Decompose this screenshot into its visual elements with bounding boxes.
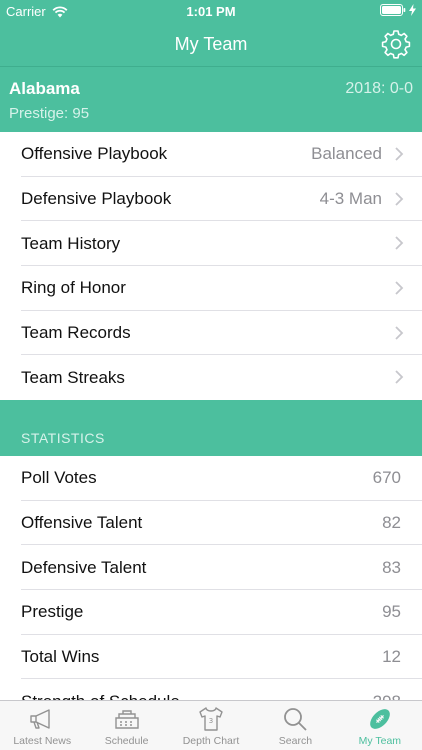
stat-row-offensive-talent: Offensive Talent 82 xyxy=(0,501,422,546)
stat-label: Total Wins xyxy=(21,647,100,667)
team-header: Alabama 2018: 0-0 Prestige: 95 xyxy=(0,66,422,132)
tab-label: Search xyxy=(278,735,313,747)
stat-label: Defensive Talent xyxy=(21,557,147,577)
charging-icon xyxy=(409,4,416,16)
stat-value: 82 xyxy=(382,513,401,533)
menu-item-label: Team History xyxy=(21,233,121,253)
team-name: Alabama xyxy=(9,79,80,98)
chevron-right-icon xyxy=(395,326,404,340)
menu-item-label: Offensive Playbook xyxy=(21,144,168,164)
chevron-right-icon xyxy=(395,147,404,161)
chevron-right-icon xyxy=(395,281,404,295)
menu-item-label: Ring of Honor xyxy=(21,278,126,298)
menu-item-ring-of-honor[interactable]: Ring of Honor xyxy=(0,266,422,311)
stat-value: 95 xyxy=(382,602,401,622)
tab-schedule[interactable]: Schedule xyxy=(84,701,168,750)
menu-item-team-history[interactable]: Team History xyxy=(0,221,422,267)
battery-indicator xyxy=(380,4,416,16)
stat-label: Prestige xyxy=(21,602,84,622)
tab-depth-chart[interactable]: 3 Depth Chart xyxy=(169,701,253,750)
tab-label: Schedule xyxy=(104,735,149,747)
stat-row-prestige: Prestige 95 xyxy=(0,590,422,635)
team-prestige: Prestige: 95 xyxy=(9,105,90,122)
status-time: 1:01 PM xyxy=(186,4,236,19)
tab-label: My Team xyxy=(358,735,402,747)
chevron-right-icon xyxy=(395,236,404,251)
search-icon xyxy=(284,708,308,731)
menu-item-defensive-playbook[interactable]: Defensive Playbook 4-3 Man xyxy=(0,177,422,222)
jersey-icon: 3 xyxy=(199,707,223,731)
stat-value: 12 xyxy=(382,647,401,667)
stat-row-defensive-talent: Defensive Talent 83 xyxy=(0,545,422,591)
stat-row-strength-of-schedule: Strength of Schedule 298 xyxy=(0,679,422,700)
stat-row-total-wins: Total Wins 12 xyxy=(0,635,422,680)
stat-label: Strength of Schedule xyxy=(21,692,180,700)
chevron-right-icon xyxy=(395,192,404,206)
stat-row-poll-votes: Poll Votes 670 xyxy=(0,456,422,501)
team-record: 2018: 0-0 xyxy=(345,80,413,97)
section-title: STATISTICS xyxy=(21,430,105,446)
menu-item-value: Balanced xyxy=(311,144,382,164)
menu-item-team-records[interactable]: Team Records xyxy=(0,311,422,356)
menu-item-label: Team Records xyxy=(21,323,131,343)
stadium-icon xyxy=(114,710,139,729)
stat-value: 83 xyxy=(382,557,401,577)
stat-value: 298 xyxy=(373,692,401,700)
battery-icon xyxy=(380,4,406,16)
page-title: My Team xyxy=(174,34,248,54)
navigation-bar: My Team xyxy=(0,22,422,66)
gear-icon[interactable] xyxy=(380,28,412,60)
menu-item-label: Defensive Playbook xyxy=(21,189,172,209)
stat-label: Poll Votes xyxy=(21,468,97,488)
tab-bar: Latest News Schedule 3 Depth Chart Searc… xyxy=(0,700,422,750)
svg-text:3: 3 xyxy=(209,717,213,725)
football-icon xyxy=(370,709,390,729)
megaphone-icon xyxy=(30,709,50,729)
tab-label: Latest News xyxy=(13,735,72,747)
team-menu-list: Offensive Playbook Balanced Defensive Pl… xyxy=(0,132,422,401)
menu-item-label: Team Streaks xyxy=(21,367,125,387)
status-bar: Carrier 1:01 PM xyxy=(0,0,422,22)
chevron-right-icon xyxy=(395,370,404,385)
menu-item-offensive-playbook[interactable]: Offensive Playbook Balanced xyxy=(0,132,422,177)
tab-my-team[interactable]: My Team xyxy=(338,701,422,750)
menu-item-team-streaks[interactable]: Team Streaks xyxy=(0,355,422,400)
stat-label: Offensive Talent xyxy=(21,513,143,533)
tab-label: Depth Chart xyxy=(182,735,240,747)
tab-latest-news[interactable]: Latest News xyxy=(0,701,84,750)
statistics-section-header: STATISTICS xyxy=(0,400,422,456)
tab-search[interactable]: Search xyxy=(253,701,337,750)
statistics-list[interactable]: Poll Votes 670 Offensive Talent 82 Defen… xyxy=(0,456,422,700)
stat-value: 670 xyxy=(372,468,401,488)
menu-item-value: 4-3 Man xyxy=(319,189,382,209)
